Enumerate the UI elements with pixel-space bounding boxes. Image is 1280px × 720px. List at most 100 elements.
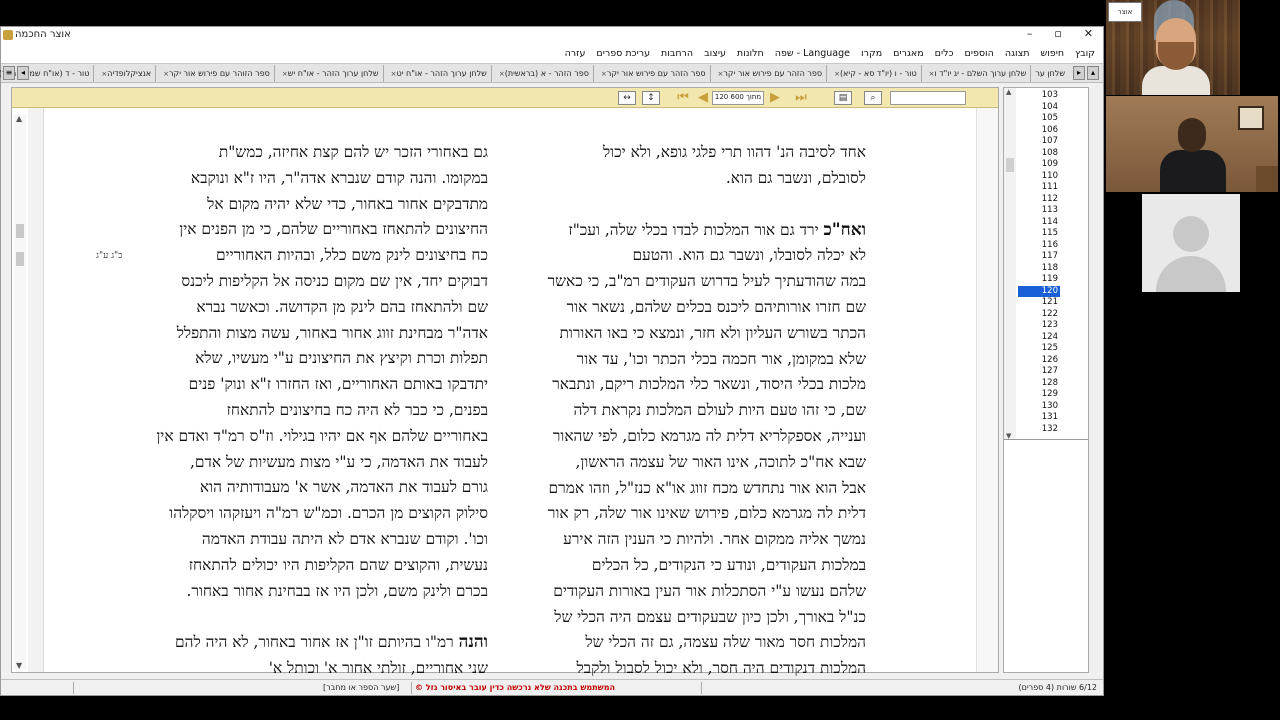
page-list-item[interactable]: 103: [1018, 90, 1060, 102]
tab-scroll-left-button[interactable]: ◂: [17, 66, 29, 80]
menu-bar: קובץ חיפוש תצוגה הוספים כלים מאגרים מקרו…: [1, 43, 1103, 63]
minimize-button[interactable]: –: [1027, 27, 1033, 40]
tab-label: שלחן ערוך הזהר - או"ח יט: [396, 69, 487, 78]
scroll-down-icon[interactable]: ▼: [16, 661, 22, 670]
warning-text: המשתמש בתכנה שלא נרכשה כדין עובר באיסור …: [425, 683, 616, 692]
page-list-item[interactable]: 129: [1018, 389, 1060, 401]
tab[interactable]: שלחן ערוך הזהר - או"ח יט×: [382, 65, 491, 82]
tab[interactable]: ספר הזהר עם פירוש אור יקר×: [593, 65, 710, 82]
menu-item[interactable]: הוספים: [965, 48, 994, 59]
last-page-icon[interactable]: ⏭: [790, 91, 812, 105]
tab[interactable]: ספר הזוהר עם פירוש אור יקר×: [155, 65, 274, 82]
menu-item[interactable]: חלונות: [737, 48, 764, 59]
search-input[interactable]: [890, 91, 966, 105]
text-line: [522, 192, 866, 218]
video-tile-participant[interactable]: [1106, 96, 1278, 192]
tab[interactable]: שלחן ער: [1030, 65, 1069, 82]
participant-body: [1142, 66, 1210, 95]
page-list-item[interactable]: 123: [1018, 320, 1060, 332]
page-list-item[interactable]: 132: [1018, 424, 1060, 436]
page-list-item[interactable]: 119: [1018, 274, 1060, 286]
page-list-item[interactable]: 117: [1018, 251, 1060, 263]
first-page-icon[interactable]: ⏮: [672, 91, 694, 105]
page-number-field[interactable]: 120 מתוך 600: [712, 91, 764, 105]
page-list-item[interactable]: 126: [1018, 355, 1060, 367]
page-list-item[interactable]: 128: [1018, 378, 1060, 390]
document-scrollbar[interactable]: ▲ ▼: [14, 114, 26, 670]
page-list-item[interactable]: 112: [1018, 194, 1060, 206]
menu-item[interactable]: קובץ: [1075, 48, 1095, 59]
menu-item[interactable]: חיפוש: [1040, 48, 1064, 59]
page-list-item[interactable]: 127: [1018, 366, 1060, 378]
page-list-item[interactable]: 122: [1018, 309, 1060, 321]
tab-strip: טור - ד (או"ח שמה - תצד)× אנציקלופדיה× ס…: [0, 65, 1069, 82]
page-list-item[interactable]: 106: [1018, 125, 1060, 137]
menu-item[interactable]: עיצוב: [704, 48, 726, 59]
page-list-item[interactable]: 111: [1018, 182, 1060, 194]
video-tile-speaker[interactable]: אוצר: [1106, 0, 1240, 95]
page-list-item[interactable]: 125: [1018, 343, 1060, 355]
menu-item[interactable]: עזרה: [565, 48, 586, 59]
menu-item[interactable]: מאגרים: [893, 48, 924, 59]
page-list-item[interactable]: 118: [1018, 263, 1060, 275]
tab[interactable]: ספר הזהר עם פירוש אור יקר×: [709, 65, 827, 82]
menu-item[interactable]: הרחבות: [661, 48, 693, 59]
scroll-thumb[interactable]: [1006, 158, 1014, 172]
tab-label: אנציקלופדיה: [107, 69, 152, 78]
tab-menu-icon[interactable]: ≡: [3, 66, 15, 80]
document-toolbar: ↔ ↕ ⏮ ◀ 120 מתוך 600 ▶ ⏭ ▤ ⌕: [12, 88, 998, 108]
menu-item[interactable]: מקרו: [861, 48, 882, 59]
page-list-item[interactable]: 115: [1018, 228, 1060, 240]
tab[interactable]: טור - ו (יו"ד סא - קיא)×: [826, 65, 921, 82]
text-line: שבא אח"כ לתוכה, אינו האור של עצמה הראשון…: [575, 452, 866, 471]
tab-list-icon[interactable]: ▴: [1087, 66, 1099, 80]
text-line: גם באחורי הזכר יש להם קצת אחיזה, כמש"ת: [218, 143, 488, 161]
video-tile-avatar[interactable]: [1142, 194, 1240, 292]
page-list-item[interactable]: 131: [1018, 412, 1060, 424]
tab[interactable]: שלחן ערוך הזהר - או"ח יש×: [273, 65, 383, 82]
page-list-item[interactable]: 121: [1018, 297, 1060, 309]
page-list-item[interactable]: 114: [1018, 217, 1060, 229]
menu-item[interactable]: Language - שפה: [775, 48, 850, 59]
fit-width-icon[interactable]: ↔: [618, 91, 636, 105]
menu-item[interactable]: עריכת ספרים: [596, 48, 650, 59]
tab[interactable]: ספר הזהר - א (בראשית)×: [490, 65, 593, 82]
page-list-item[interactable]: 124: [1018, 332, 1060, 344]
restore-button[interactable]: ▫: [1054, 27, 1061, 40]
tab-scroll-right-button[interactable]: ▸: [1073, 66, 1085, 80]
next-page-icon[interactable]: ▶: [764, 91, 786, 105]
text-line: שם, כי זהו טעם היות לעולם המלכות נקראת ד…: [573, 401, 866, 420]
scroll-up-icon[interactable]: ▲: [16, 114, 22, 123]
page-list-item[interactable]: 116: [1018, 240, 1060, 252]
page-list-item[interactable]: 104: [1018, 102, 1060, 114]
tab[interactable]: אנציקלופדיה×: [93, 65, 155, 82]
text-line: מלכות בכלי היסוד, ונשאר כלי המלכות ריקם,…: [552, 375, 866, 394]
scroll-up-icon[interactable]: ▲: [1006, 88, 1011, 96]
page-list-scrollbar[interactable]: ▲ ▼: [1004, 88, 1016, 439]
text-line: שם ולהתאחז בהם לינק מן הקדושה. וכאשר נבר…: [196, 297, 488, 316]
print-icon[interactable]: ▤: [834, 91, 852, 105]
tab-label: ספר הזהר עם פירוש אור יקר: [606, 69, 706, 78]
text-line: נמשך אליה ממקום אחר. ולהיות כי הענין הזה…: [563, 530, 866, 549]
page-list-item[interactable]: 113: [1018, 205, 1060, 217]
page-list-item[interactable]: 108: [1018, 148, 1060, 160]
page-list-item[interactable]: 107: [1018, 136, 1060, 148]
title-bar: אוצר החכמה – ▫ ✕: [1, 27, 1103, 43]
fit-height-icon[interactable]: ↕: [642, 91, 660, 105]
menu-item[interactable]: תצוגה: [1005, 48, 1030, 59]
page-list-item[interactable]: 120: [1018, 285, 1060, 297]
page-list-item[interactable]: 109: [1018, 159, 1060, 171]
scroll-thumb[interactable]: [16, 224, 24, 238]
tab-label: ספר הזהר - א (בראשית): [504, 69, 589, 78]
page-list-item[interactable]: 110: [1018, 171, 1060, 183]
text-line: ואח"כ ירד גם אור המלכות לבדו בכלי שלה, ו…: [522, 218, 866, 244]
scroll-down-icon[interactable]: ▼: [1006, 432, 1011, 439]
menu-item[interactable]: כלים: [935, 48, 954, 59]
page-list-item[interactable]: 130: [1018, 401, 1060, 413]
page-list-item[interactable]: 105: [1018, 113, 1060, 125]
search-icon[interactable]: ⌕: [864, 91, 882, 105]
close-button[interactable]: ✕: [1084, 27, 1093, 40]
tab-label: שלחן ערוך השלם - יג יו"ד ו: [934, 69, 1027, 78]
prev-page-icon[interactable]: ◀: [692, 91, 714, 105]
tab[interactable]: שלחן ערוך השלם - יג יו"ד ו×: [920, 65, 1031, 82]
